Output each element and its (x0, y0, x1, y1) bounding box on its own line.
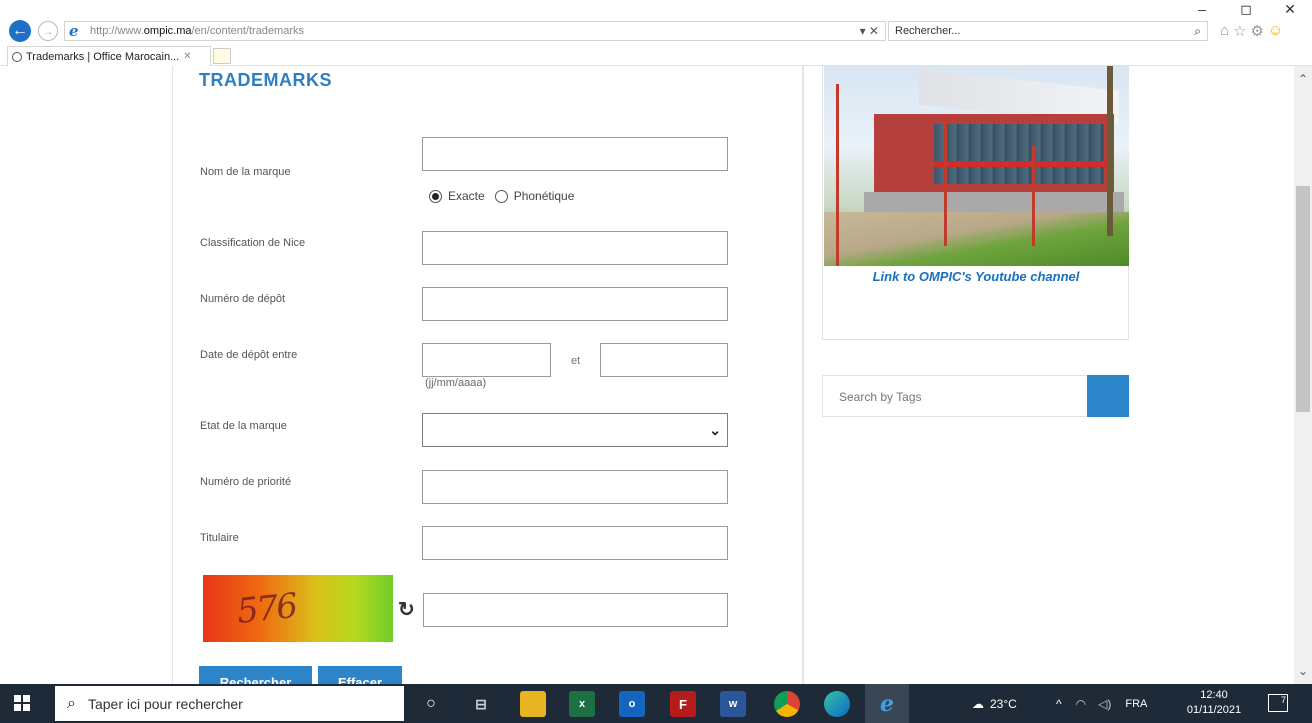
back-arrow-icon[interactable]: ← (9, 20, 31, 42)
loading-spinner-icon (12, 51, 22, 62)
refresh-captcha-icon[interactable]: ↻ (398, 597, 415, 622)
captcha-text: 576 (235, 586, 298, 632)
address-bar-row: ← → e http://www.ompic.ma/en/content/tra… (0, 18, 1312, 44)
page-title: TRADEMARKS (199, 70, 332, 90)
word-icon[interactable]: w (720, 691, 746, 717)
holder-input[interactable] (422, 526, 728, 560)
deposit-number-label: Numéro de dépôt (200, 293, 285, 305)
clock-date: 01/11/2021 (1186, 704, 1242, 716)
captcha-image: 576 (203, 575, 393, 642)
ompic-youtube-card (822, 66, 1129, 340)
taskbar-clock[interactable]: 12:40 01/11/2021 (1185, 688, 1243, 718)
deposit-date-to-input[interactable] (600, 343, 728, 377)
notification-center-icon[interactable]: 7 (1268, 694, 1288, 712)
file-explorer-icon[interactable] (520, 691, 546, 717)
forward-arrow-icon[interactable]: → (38, 21, 58, 41)
screen: – ◻ ✕ ← → e http://www.ompic.ma/en/conte… (0, 0, 1312, 723)
tab-trademarks[interactable]: Trademarks | Office Marocain... ✕ (7, 46, 211, 66)
content-divider (802, 66, 804, 684)
minimize-button[interactable]: – (1180, 0, 1224, 18)
settings-gear-icon[interactable]: ⚙ (1251, 22, 1264, 40)
volume-icon[interactable]: ◁) (1098, 697, 1111, 711)
system-tray: ^ ◠ ◁) FRA (1056, 684, 1147, 723)
task-view-icon[interactable]: ⊟ (468, 691, 494, 717)
date-format-hint: (jj/mm/aaaa) (425, 377, 487, 389)
taskbar-search-box[interactable]: ⌕ Taper ici pour rechercher (55, 686, 404, 721)
page-content: TRADEMARKS Nom de la marque Exacte Phoné… (0, 66, 1294, 684)
exact-radio[interactable] (429, 189, 442, 203)
deposit-date-from-input[interactable] (422, 343, 551, 377)
cloud-icon: ☁ (972, 696, 984, 711)
close-tab-icon[interactable]: ✕ (183, 51, 191, 62)
browser-toolbar: ⌂ ☆ ⚙ ☺ (1220, 22, 1283, 40)
ompic-building-photo[interactable] (824, 66, 1129, 266)
internet-explorer-icon[interactable]: e (874, 691, 900, 717)
trademark-name-label: Nom de la marque (200, 166, 291, 178)
url-text[interactable]: http://www.ompic.ma/en/content/trademark… (90, 25, 860, 37)
notification-count: 7 (1280, 695, 1286, 705)
chrome-icon[interactable] (774, 691, 800, 717)
tab-title: Trademarks | Office Marocain... (26, 50, 180, 63)
nice-classification-input[interactable] (422, 231, 728, 265)
holder-label: Titulaire (200, 532, 239, 544)
feedback-smiley-icon[interactable]: ☺ (1268, 22, 1283, 40)
browser-search-box[interactable]: Rechercher... ⌕ (888, 21, 1208, 41)
chevron-down-icon: ⌄ (709, 422, 721, 438)
favorites-star-icon[interactable]: ☆ (1233, 22, 1246, 40)
search-button[interactable]: Rechercher (199, 666, 312, 684)
deposit-date-label: Date de dépôt entre (200, 349, 298, 361)
search-icon[interactable]: ⌕ (1194, 24, 1201, 39)
new-tab-button[interactable] (213, 48, 231, 64)
exact-radio-label[interactable]: Exacte (448, 189, 485, 203)
excel-icon[interactable]: x (569, 691, 595, 717)
language-indicator[interactable]: FRA (1125, 698, 1147, 710)
tab-row: Trademarks | Office Marocain... ✕ (0, 44, 1312, 66)
content-left-border (172, 66, 173, 684)
window-controls: – ◻ ✕ (1180, 0, 1312, 18)
taskbar-search-icon: ⌕ (67, 694, 76, 712)
weather-temperature: 23°C (990, 696, 1017, 711)
scroll-up-icon[interactable]: ⌃ (1294, 70, 1312, 88)
vertical-scrollbar[interactable]: ⌃ ⌄ (1294, 66, 1312, 684)
show-hidden-icons-chevron-icon[interactable]: ^ (1056, 697, 1062, 711)
ie-icon: e (69, 22, 79, 40)
search-by-tags-input[interactable]: Search by Tags (822, 375, 1088, 417)
clock-time: 12:40 (1200, 689, 1228, 701)
address-bar[interactable]: e http://www.ompic.ma/en/content/tradema… (64, 21, 886, 41)
wifi-icon[interactable]: ◠ (1076, 697, 1086, 711)
match-type-radio-group: Exacte Phonétique (429, 189, 574, 203)
phonetic-radio-label[interactable]: Phonétique (514, 189, 575, 203)
trademark-status-select[interactable]: ⌄ (422, 413, 728, 447)
priority-number-input[interactable] (422, 470, 728, 504)
phonetic-radio[interactable] (494, 189, 508, 203)
trademark-name-input[interactable] (422, 137, 728, 171)
edge-icon[interactable] (824, 691, 850, 717)
trademark-status-label: Etat de la marque (200, 420, 287, 432)
captcha-input[interactable] (423, 593, 728, 627)
url-dropdown-close-controls[interactable]: ▾ ✕ (860, 24, 879, 38)
home-icon[interactable]: ⌂ (1220, 22, 1229, 40)
date-and-label: et (571, 355, 581, 367)
scrollbar-thumb[interactable] (1296, 186, 1310, 412)
youtube-channel-link[interactable]: Link to OMPIC's Youtube channel (836, 269, 1116, 284)
windows-start-icon[interactable] (14, 695, 30, 711)
scroll-down-icon[interactable]: ⌄ (1294, 662, 1312, 680)
nice-classification-label: Classification de Nice (200, 237, 306, 249)
priority-number-label: Numéro de priorité (200, 476, 292, 488)
deposit-number-input[interactable] (422, 287, 728, 321)
close-window-button[interactable]: ✕ (1268, 0, 1312, 18)
search-tags-button[interactable] (1087, 375, 1129, 417)
weather-widget[interactable]: ☁ 23°C (972, 684, 1017, 723)
windows-taskbar: ⌕ Taper ici pour rechercher ○ ⊟ x o F w … (0, 684, 1312, 723)
restore-button[interactable]: ◻ (1224, 0, 1268, 18)
clear-button[interactable]: Effacer (318, 666, 402, 684)
cortana-circle-icon[interactable]: ○ (418, 691, 444, 717)
filezilla-icon[interactable]: F (670, 691, 696, 717)
outlook-icon[interactable]: o (619, 691, 645, 717)
taskbar-search-placeholder: Taper ici pour rechercher (87, 695, 243, 712)
browser-search-placeholder: Rechercher... (895, 25, 961, 37)
